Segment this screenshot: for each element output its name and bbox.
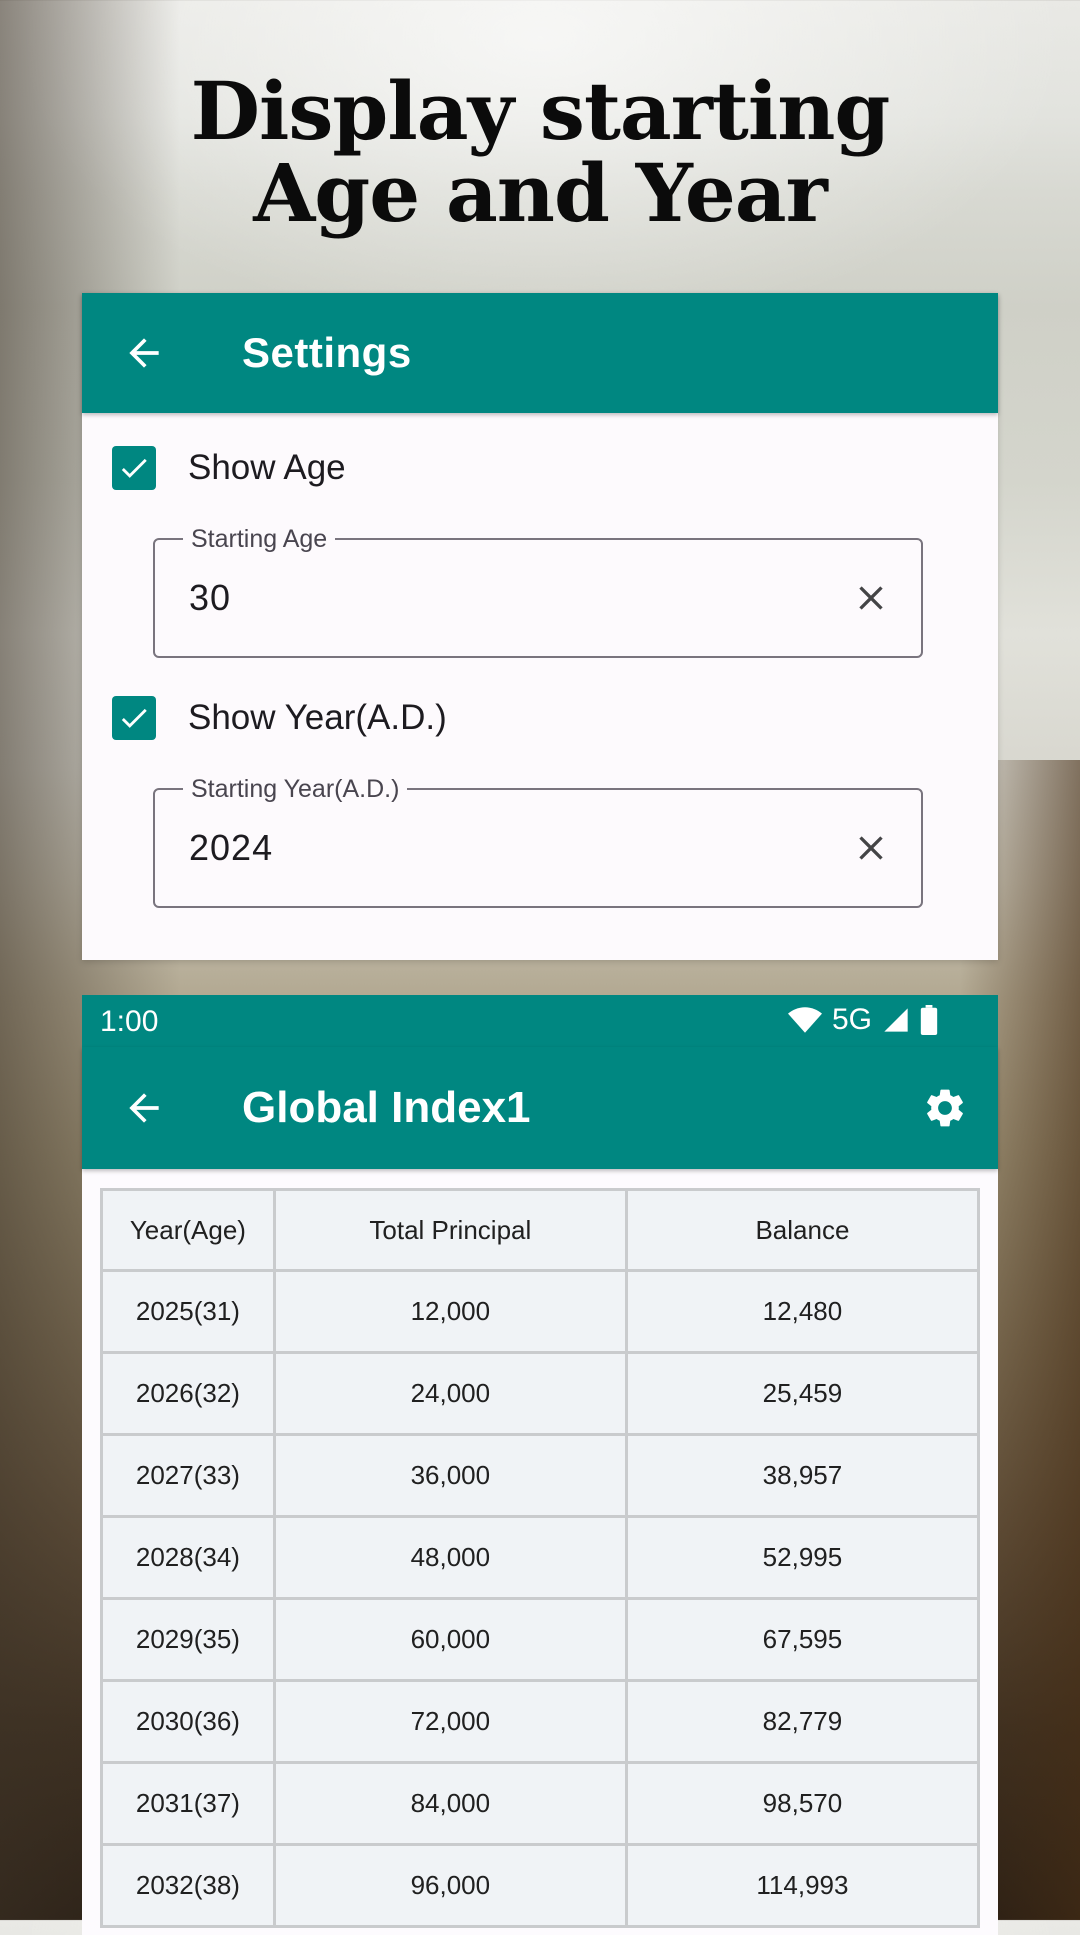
cell-balance: 38,957 <box>624 1433 981 1518</box>
cell-total-principal: 72,000 <box>272 1679 628 1764</box>
starting-age-input[interactable]: 30 <box>189 577 231 619</box>
wifi-icon <box>787 1007 822 1033</box>
cell-year-age: 2028(34) <box>100 1515 276 1600</box>
cell-balance: 52,995 <box>624 1515 981 1600</box>
show-year-row[interactable]: Show Year(A.D.) <box>112 693 447 743</box>
network-type-label: 5G <box>831 1003 872 1036</box>
table-screen: 1:00 5G Global Index1 Year(Age) Total Pr… <box>82 995 998 1935</box>
cell-total-principal: 24,000 <box>272 1351 628 1436</box>
back-arrow-icon[interactable] <box>122 1086 166 1130</box>
table-header-row: Year(Age) Total Principal Balance <box>100 1188 981 1272</box>
headline-line-1: Display starting <box>190 64 891 158</box>
cell-balance: 82,779 <box>624 1679 981 1764</box>
cell-balance: 114,993 <box>624 1843 981 1928</box>
gear-icon[interactable] <box>922 1085 968 1131</box>
cell-balance: 67,595 <box>624 1597 981 1682</box>
table-row: 2026(32) 24,000 25,459 <box>100 1351 981 1436</box>
table-row: 2032(38) 96,000 114,993 <box>100 1843 981 1928</box>
table-row: 2028(34) 48,000 52,995 <box>100 1515 981 1600</box>
column-header-total-principal: Total Principal <box>272 1188 628 1272</box>
settings-title: Settings <box>242 329 412 376</box>
table-row: 2029(35) 60,000 67,595 <box>100 1597 981 1682</box>
table-row: 2027(33) 36,000 38,957 <box>100 1433 981 1518</box>
show-year-label: Show Year(A.D.) <box>188 698 447 737</box>
back-arrow-icon[interactable] <box>122 331 166 375</box>
results-table: Year(Age) Total Principal Balance 2025(3… <box>100 1188 981 1928</box>
checkmark-icon <box>121 458 147 478</box>
clear-icon[interactable] <box>851 828 891 868</box>
show-age-checkbox[interactable] <box>112 446 156 490</box>
column-header-balance: Balance <box>624 1188 981 1272</box>
cell-year-age: 2032(38) <box>100 1843 276 1928</box>
cell-year-age: 2031(37) <box>100 1761 276 1846</box>
cell-year-age: 2026(32) <box>100 1351 276 1436</box>
cell-year-age: 2025(31) <box>100 1269 276 1354</box>
checkmark-icon <box>121 708 147 728</box>
show-age-row[interactable]: Show Age <box>112 443 346 493</box>
status-bar: 1:00 5G <box>82 995 998 1047</box>
cell-balance: 25,459 <box>624 1351 981 1436</box>
cell-balance: 98,570 <box>624 1761 981 1846</box>
cell-year-age: 2029(35) <box>100 1597 276 1682</box>
starting-age-label: Starting Age <box>183 524 336 554</box>
cell-total-principal: 96,000 <box>272 1843 628 1928</box>
clear-icon[interactable] <box>851 578 891 618</box>
starting-age-field[interactable]: Starting Age 30 <box>153 524 923 658</box>
show-year-checkbox[interactable] <box>112 696 156 740</box>
table-app-bar: Global Index1 <box>82 1047 998 1169</box>
status-icons: 5G <box>787 1003 938 1037</box>
settings-app-bar: Settings <box>82 293 998 413</box>
status-time: 1:00 <box>100 1005 159 1038</box>
table-row: 2025(31) 12,000 12,480 <box>100 1269 981 1354</box>
cell-total-principal: 84,000 <box>272 1761 628 1846</box>
cell-total-principal: 36,000 <box>272 1433 628 1518</box>
cell-total-principal: 48,000 <box>272 1515 628 1600</box>
cell-signal-icon <box>884 1008 908 1032</box>
cell-total-principal: 12,000 <box>272 1269 628 1354</box>
cell-year-age: 2030(36) <box>100 1679 276 1764</box>
settings-screen: Settings Show Age Starting Age 30 Show Y… <box>82 293 998 960</box>
cell-total-principal: 60,000 <box>272 1597 628 1682</box>
promo-headline: Display starting Age and Year <box>0 70 1080 234</box>
battery-icon <box>920 1005 938 1035</box>
table-row: 2030(36) 72,000 82,779 <box>100 1679 981 1764</box>
starting-year-field[interactable]: Starting Year(A.D.) 2024 <box>153 774 923 908</box>
column-header-year-age: Year(Age) <box>100 1188 276 1272</box>
cell-balance: 12,480 <box>624 1269 981 1354</box>
table-row: 2031(37) 84,000 98,570 <box>100 1761 981 1846</box>
show-age-label: Show Age <box>188 448 346 487</box>
cell-year-age: 2027(33) <box>100 1433 276 1518</box>
starting-year-input[interactable]: 2024 <box>189 827 273 869</box>
table-screen-title: Global Index1 <box>242 1083 531 1132</box>
starting-year-label: Starting Year(A.D.) <box>183 774 408 804</box>
headline-line-2: Age and Year <box>253 146 828 240</box>
